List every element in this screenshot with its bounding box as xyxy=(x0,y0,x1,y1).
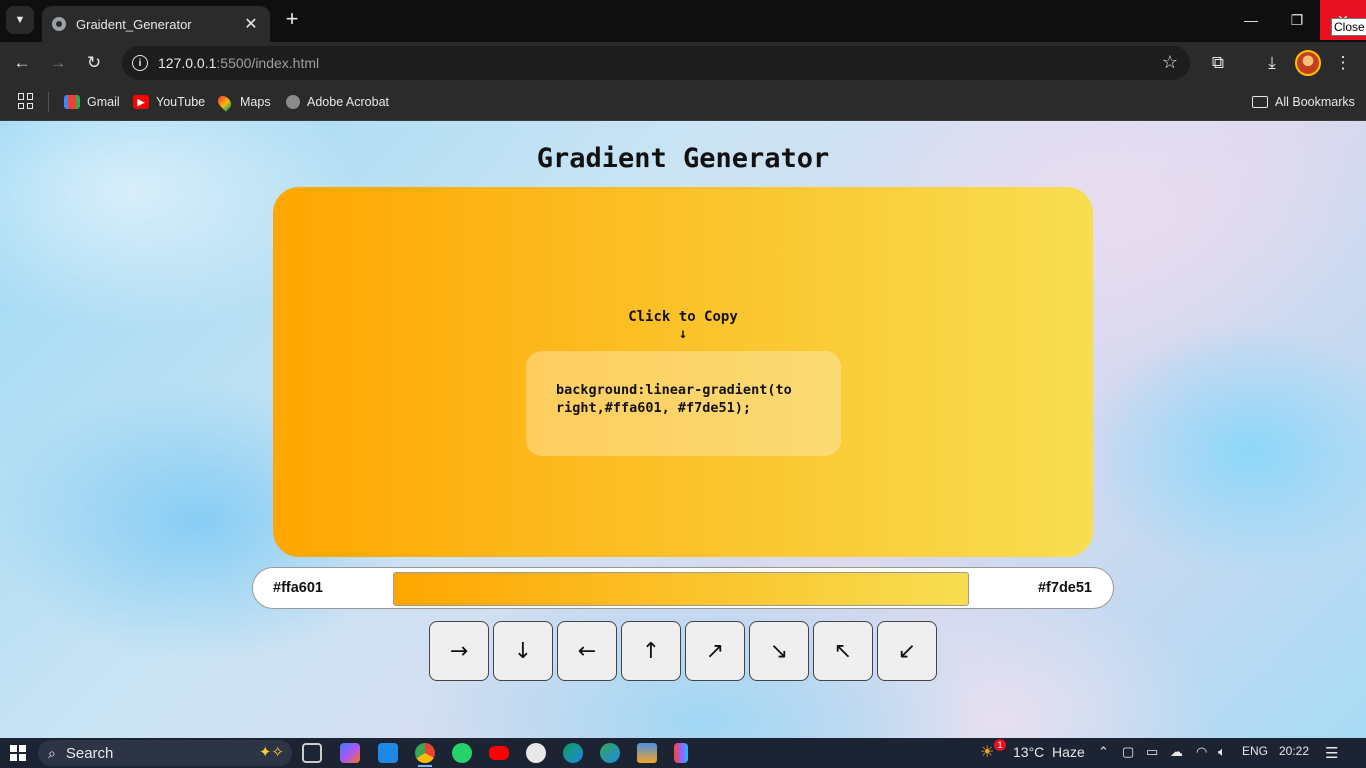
bookmarks-divider xyxy=(48,92,49,112)
battery-icon[interactable]: ▭ xyxy=(1146,744,1158,760)
weather-icon[interactable]: ☀ xyxy=(980,742,994,762)
arrow-left-icon: ← xyxy=(13,53,31,72)
css-code-output[interactable]: background:linear-gradient(to right,#ffa… xyxy=(526,351,841,456)
medal-icon[interactable] xyxy=(637,743,657,763)
bookmark-acrobat[interactable]: Adobe Acrobat xyxy=(286,92,389,112)
color-end-value[interactable]: #f7de51 xyxy=(1038,580,1092,596)
bookmark-label: YouTube xyxy=(156,95,206,109)
task-view-icon[interactable] xyxy=(302,743,322,763)
download-icon[interactable]: ⤓ xyxy=(1259,50,1285,76)
maps-icon xyxy=(215,92,234,112)
chevron-down-icon: ▼ xyxy=(14,14,26,26)
taskbar-search[interactable]: ⌕ Search ✦✧ xyxy=(38,740,292,766)
forward-button[interactable]: → xyxy=(44,50,72,76)
chevron-up-icon[interactable]: ⌃ xyxy=(1098,744,1109,760)
bookmarks-bar: Gmail ▶ YouTube Maps Adobe Acrobat All B… xyxy=(0,83,1366,121)
copy-hint: Click to Copy ↓ xyxy=(273,309,1093,343)
direction-up-button[interactable]: ↑ xyxy=(621,621,681,681)
weather-text[interactable]: 13°C Haze xyxy=(1013,744,1085,760)
bookmark-star-icon[interactable]: ☆ xyxy=(1162,52,1178,73)
search-placeholder: Search xyxy=(65,744,114,762)
bookmark-youtube[interactable]: ▶ YouTube xyxy=(133,92,205,112)
figma-icon[interactable] xyxy=(674,743,688,763)
reload-button[interactable]: ↻ xyxy=(80,50,108,76)
bookmark-gmail[interactable]: Gmail xyxy=(64,92,120,112)
wifi-icon[interactable]: ◠ xyxy=(1196,744,1207,760)
acrobat-icon xyxy=(286,95,300,109)
youtube-app-icon[interactable] xyxy=(489,746,509,760)
direction-down-button[interactable]: ↓ xyxy=(493,621,553,681)
direction-down-right-button[interactable]: ↘ xyxy=(749,621,809,681)
browser-toolbar: ← → ↻ i 127.0.0.1 :5500/index.html ☆ ⧉ ⤓… xyxy=(0,42,1366,83)
edge-icon[interactable] xyxy=(600,743,620,763)
bookmark-label: Maps xyxy=(240,95,271,109)
reload-icon: ↻ xyxy=(86,53,102,72)
copilot-icon[interactable] xyxy=(340,743,360,763)
url-host: 127.0.0.1 xyxy=(158,55,217,71)
gradient-preview: Click to Copy ↓ background:linear-gradie… xyxy=(273,187,1093,557)
minimize-button[interactable]: — xyxy=(1228,0,1274,40)
direction-up-right-button[interactable]: ↗ xyxy=(685,621,745,681)
arrow-right-icon: → xyxy=(49,53,67,72)
notification-badge: 1 xyxy=(994,739,1006,751)
direction-up-left-button[interactable]: ↖ xyxy=(813,621,873,681)
color-input-bar: #ffa601 #f7de51 xyxy=(252,567,1114,609)
tab-title: Graident_Generator xyxy=(76,16,192,32)
chrome-icon[interactable] xyxy=(415,743,435,763)
apps-grid-icon[interactable] xyxy=(18,93,34,109)
taskbar: ⌕ Search ✦✧ ☀ 1 13°C Haze ⌃ ▢ ▭ ☁ ◠ 🔈︎ E… xyxy=(0,738,1366,768)
windows-start-icon[interactable] xyxy=(10,745,26,761)
copy-hint-text: Click to Copy xyxy=(628,309,738,325)
folder-icon xyxy=(1252,96,1268,108)
tab-close-icon[interactable]: ✕ xyxy=(242,14,260,34)
restore-button[interactable]: ❐ xyxy=(1274,0,1320,40)
vscode-icon[interactable] xyxy=(378,743,398,763)
meet-icon[interactable]: ▢ xyxy=(1122,744,1134,760)
copilot-sparkle-icon: ✦✧ xyxy=(258,744,284,761)
gradient-track[interactable] xyxy=(393,572,969,606)
extensions-icon[interactable]: ⧉ xyxy=(1205,50,1231,76)
language-indicator[interactable]: ENG xyxy=(1242,744,1268,758)
volume-icon[interactable]: 🔈︎ xyxy=(1218,744,1226,760)
network-icon[interactable]: ☁ xyxy=(1170,744,1183,760)
color-start-value[interactable]: #ffa601 xyxy=(273,580,323,596)
all-bookmarks-label: All Bookmarks xyxy=(1275,95,1355,109)
close-tooltip: Close xyxy=(1331,18,1366,36)
whatsapp-icon[interactable] xyxy=(452,743,472,763)
new-tab-button[interactable]: + xyxy=(280,8,304,32)
address-bar[interactable]: i 127.0.0.1 :5500/index.html ☆ xyxy=(122,46,1190,80)
menu-kebab-icon[interactable]: ⋮ xyxy=(1330,50,1356,76)
direction-right-button[interactable]: → xyxy=(429,621,489,681)
edge-dev-icon[interactable] xyxy=(563,743,583,763)
gmail-icon xyxy=(64,95,80,109)
back-button[interactable]: ← xyxy=(8,50,36,76)
youtube-icon: ▶ xyxy=(133,95,149,109)
page-viewport: Gradient Generator Click to Copy ↓ backg… xyxy=(0,121,1366,738)
arrow-down-icon: ↓ xyxy=(678,326,688,342)
tab-search-button[interactable]: ▼ xyxy=(6,6,34,34)
clock[interactable]: 20:22 xyxy=(1279,744,1309,758)
direction-left-button[interactable]: ← xyxy=(557,621,617,681)
url-path: :5500/index.html xyxy=(216,55,320,71)
tab-strip: ▼ Graident_Generator ✕ + — ❐ ✕ Close xyxy=(0,0,1366,42)
notification-icon[interactable]: ☰ xyxy=(1325,744,1338,762)
profile-avatar[interactable] xyxy=(1295,50,1321,76)
active-app-indicator xyxy=(418,765,432,767)
direction-buttons: → ↓ ← ↑ ↗ ↘ ↖ ↙ xyxy=(429,621,937,681)
all-bookmarks[interactable]: All Bookmarks xyxy=(1252,92,1355,112)
search-icon: ⌕ xyxy=(48,744,56,761)
direction-down-left-button[interactable]: ↙ xyxy=(877,621,937,681)
browser-tab[interactable]: Graident_Generator ✕ xyxy=(42,6,270,42)
bookmark-label: Adobe Acrobat xyxy=(307,95,390,109)
bookmark-maps[interactable]: Maps xyxy=(215,92,271,112)
github-icon[interactable] xyxy=(526,743,546,763)
page-title: Gradient Generator xyxy=(536,143,830,174)
site-info-icon[interactable]: i xyxy=(132,55,148,71)
globe-icon xyxy=(52,17,66,31)
bookmark-label: Gmail xyxy=(87,95,120,109)
